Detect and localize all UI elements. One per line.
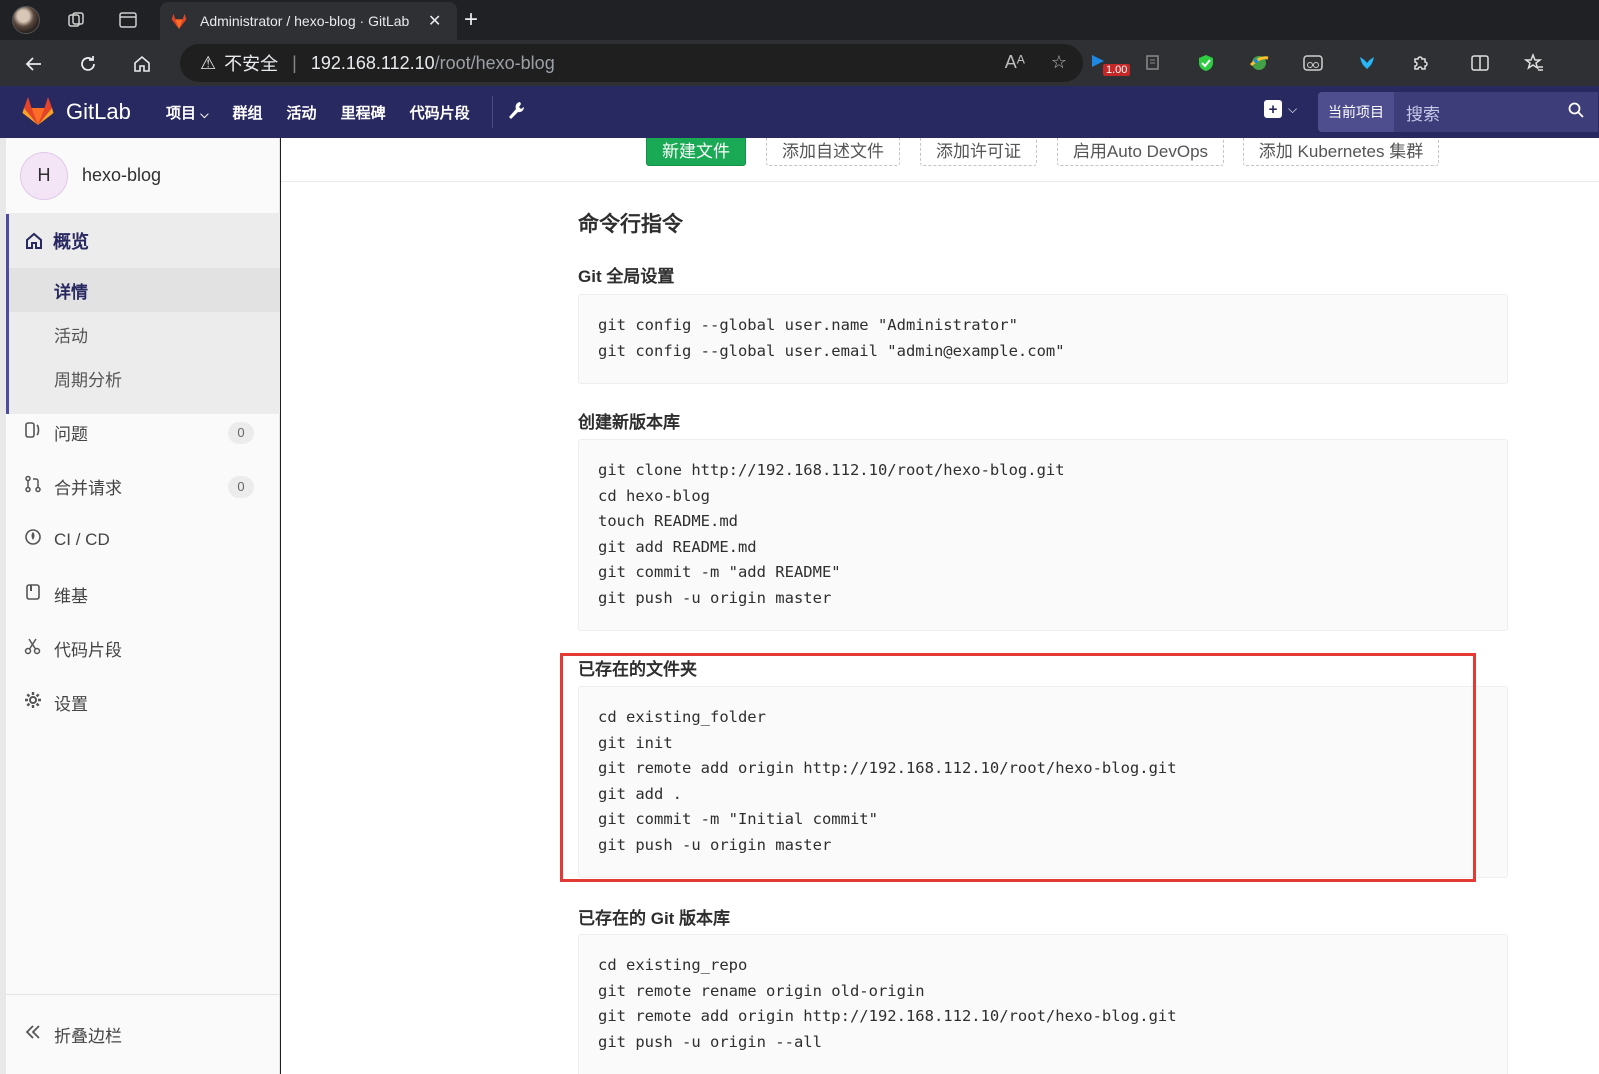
project-sidebar: H hexo-blog 概览 详情 活动 周期分析 问题 0 合并请求 0 CI… bbox=[0, 138, 280, 1074]
chevron-down-icon: ⌵ bbox=[200, 108, 209, 121]
url-host: 192.168.112.10 bbox=[310, 52, 435, 73]
shield-icon[interactable] bbox=[1193, 50, 1219, 76]
overview-label: 概览 bbox=[53, 232, 89, 252]
project-name[interactable]: hexo-blog bbox=[82, 165, 161, 186]
sidebar-section-overview: 概览 详情 活动 周期分析 bbox=[6, 214, 280, 414]
favorite-star-icon[interactable]: ☆ bbox=[1051, 52, 1067, 73]
merge-requests-count-badge: 0 bbox=[228, 475, 254, 498]
active-tab[interactable]: Administrator / hexo-blog · GitLab ✕ bbox=[160, 2, 457, 40]
sidebar-item-cycle-analytics[interactable]: 周期分析 bbox=[54, 366, 122, 391]
admin-wrench-icon[interactable] bbox=[506, 100, 526, 127]
code-block-global-setup[interactable]: git config --global user.name "Administr… bbox=[578, 294, 1508, 384]
project-avatar[interactable]: H bbox=[20, 151, 68, 200]
issues-label: 问题 bbox=[54, 425, 88, 444]
address-toolbar: ⚠ 不安全 | 192.168.112.10 /root/hexo-blog A… bbox=[0, 40, 1599, 114]
empty-repo-actions: 新建文件 添加自述文件 添加许可证 启用Auto DevOps 添加 Kuber… bbox=[281, 138, 1599, 182]
split-screen-icon[interactable] bbox=[1467, 50, 1493, 76]
nav-milestones[interactable]: 里程碑 bbox=[341, 102, 386, 123]
search-icon[interactable] bbox=[1568, 102, 1584, 123]
settings-label: 设置 bbox=[54, 695, 88, 714]
section-heading-existing-git-repo: 已存在的 Git 版本库 bbox=[578, 909, 731, 928]
search-input[interactable]: 搜索 bbox=[1406, 100, 1440, 125]
new-tab-icon[interactable]: + bbox=[464, 6, 478, 34]
snippets-label: 代码片段 bbox=[54, 641, 122, 660]
workspaces-icon[interactable] bbox=[60, 4, 92, 36]
back-icon[interactable] bbox=[17, 47, 51, 81]
sidebar-item-settings[interactable]: 设置 bbox=[24, 690, 260, 715]
code-block-existing-repo[interactable]: cd existing_repo git remote rename origi… bbox=[578, 934, 1508, 1074]
url-path: /root/hexo-blog bbox=[434, 52, 555, 73]
gitlab-top-nav: GitLab 项目 ⌵ 群组 活动 里程碑 代码片段 + ⌵ 当前项目 搜索 bbox=[0, 86, 1599, 138]
sidebar-item-details[interactable]: 详情 bbox=[54, 278, 88, 303]
extension-bird-icon[interactable] bbox=[1354, 50, 1380, 76]
reload-icon[interactable] bbox=[71, 47, 105, 81]
issues-count-badge: 0 bbox=[228, 421, 254, 444]
search-box[interactable]: 当前项目 搜索 bbox=[1318, 92, 1598, 132]
gear-icon bbox=[24, 691, 42, 714]
browser-tab-strip: Administrator / hexo-blog · GitLab ✕ + bbox=[0, 0, 1599, 40]
main-nav: 项目 ⌵ 群组 活动 里程碑 代码片段 bbox=[166, 86, 525, 138]
nav-projects[interactable]: 项目 ⌵ bbox=[166, 102, 209, 123]
address-bar[interactable]: ⚠ 不安全 | 192.168.112.10 /root/hexo-blog A… bbox=[180, 44, 1083, 82]
cli-title: 命令行指令 bbox=[578, 213, 683, 236]
tab-title: Administrator / hexo-blog · GitLab bbox=[200, 13, 410, 29]
sidebar-item-activity[interactable]: 活动 bbox=[54, 322, 88, 347]
profile-avatar[interactable] bbox=[12, 6, 40, 34]
not-secure-label[interactable]: 不安全 bbox=[224, 50, 278, 76]
merge-request-icon bbox=[24, 475, 42, 498]
new-file-button[interactable]: 新建文件 bbox=[646, 138, 746, 166]
extension-copy-icon[interactable] bbox=[1140, 50, 1166, 76]
close-tab-icon[interactable]: ✕ bbox=[428, 11, 441, 31]
section-heading-git-global-setup: Git 全局设置 bbox=[578, 267, 675, 286]
gitlab-favicon-icon bbox=[171, 13, 187, 29]
gitlab-brand[interactable]: GitLab bbox=[66, 99, 131, 125]
double-chevron-left-icon bbox=[24, 1023, 42, 1046]
extension-globe-icon[interactable] bbox=[1246, 50, 1272, 76]
code-block-create-repo[interactable]: git clone http://192.168.112.10/root/hex… bbox=[578, 439, 1508, 631]
search-scope-badge[interactable]: 当前项目 bbox=[1318, 92, 1394, 132]
sidebar-item-ci-cd[interactable]: CI / CD bbox=[24, 528, 260, 551]
add-readme-button[interactable]: 添加自述文件 bbox=[766, 138, 900, 166]
rocket-icon bbox=[24, 528, 42, 551]
scissors-icon bbox=[24, 637, 42, 660]
warning-icon[interactable]: ⚠ bbox=[200, 53, 216, 74]
nav-divider bbox=[492, 96, 493, 128]
nav-snippets[interactable]: 代码片段 bbox=[410, 102, 470, 123]
sidebar-item-wiki[interactable]: 维基 bbox=[24, 582, 260, 607]
sidebar-item-snippets[interactable]: 代码片段 bbox=[24, 636, 260, 661]
chevron-down-icon: ⌵ bbox=[1288, 101, 1298, 116]
sidebar-item-overview[interactable]: 概览 bbox=[25, 228, 89, 254]
collapse-sidebar-button[interactable]: 折叠边栏 bbox=[6, 994, 280, 1074]
home-icon[interactable] bbox=[125, 47, 159, 81]
extensions-puzzle-icon[interactable] bbox=[1408, 50, 1434, 76]
plus-icon: + bbox=[1264, 100, 1282, 118]
ci-cd-label: CI / CD bbox=[54, 529, 110, 549]
sidebar-item-merge-requests[interactable]: 合并请求 0 bbox=[24, 474, 260, 499]
gitlab-logo-icon[interactable] bbox=[22, 96, 54, 126]
favorites-icon[interactable] bbox=[1521, 50, 1547, 76]
extension-badge: 1.00 bbox=[1103, 64, 1131, 76]
address-separator: | bbox=[292, 52, 297, 73]
wiki-label: 维基 bbox=[54, 587, 88, 606]
active-item-highlight bbox=[9, 268, 280, 312]
annotation-highlight-box bbox=[560, 653, 1476, 882]
tab-actions-icon[interactable] bbox=[112, 4, 144, 36]
home-icon bbox=[26, 232, 42, 249]
section-heading-create-repo: 创建新版本库 bbox=[578, 413, 680, 432]
issues-icon bbox=[24, 421, 42, 444]
new-dropdown[interactable]: + ⌵ bbox=[1264, 100, 1297, 118]
read-aloud-icon[interactable]: Aᴬ bbox=[1005, 52, 1025, 73]
project-header[interactable]: H hexo-blog bbox=[6, 138, 280, 214]
sidebar-item-issues[interactable]: 问题 0 bbox=[24, 420, 260, 445]
extension-glasses-icon[interactable] bbox=[1300, 50, 1326, 76]
merge-requests-label: 合并请求 bbox=[54, 479, 122, 498]
add-license-button[interactable]: 添加许可证 bbox=[920, 138, 1037, 166]
enable-auto-devops-button[interactable]: 启用Auto DevOps bbox=[1057, 138, 1224, 166]
nav-groups[interactable]: 群组 bbox=[233, 102, 263, 123]
book-icon bbox=[24, 583, 42, 606]
add-kubernetes-cluster-button[interactable]: 添加 Kubernetes 集群 bbox=[1243, 138, 1439, 166]
main-content: 新建文件 添加自述文件 添加许可证 启用Auto DevOps 添加 Kuber… bbox=[281, 138, 1599, 1074]
collapse-sidebar-label: 折叠边栏 bbox=[54, 1027, 122, 1046]
nav-activity[interactable]: 活动 bbox=[287, 102, 317, 123]
